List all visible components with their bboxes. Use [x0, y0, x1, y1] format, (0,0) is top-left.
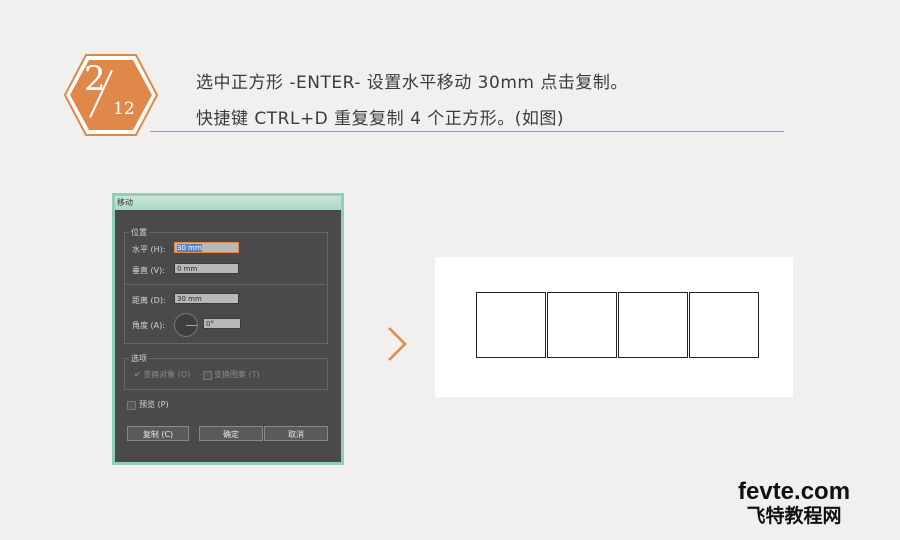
logo-domain: fevte.com: [738, 478, 851, 505]
horizontal-value: 30 mm: [177, 244, 202, 252]
dialog-title: 移动: [115, 196, 341, 210]
transform-patterns-checkbox[interactable]: [203, 371, 212, 380]
preview-label: 预览 (P): [139, 400, 169, 409]
header-divider: [150, 131, 784, 132]
transform-objects-label: 变换对象 (O): [143, 370, 191, 379]
step-hexagon-icon: [64, 54, 158, 136]
artboard: [435, 257, 793, 397]
square-1[interactable]: [476, 292, 546, 358]
options-group-label: 选项: [129, 353, 149, 364]
instruction-line-1: 选中正方形 -ENTER- 设置水平移动 30mm 点击复制。: [196, 73, 628, 93]
field-separator: [125, 284, 325, 285]
instruction-line-2: 快捷键 CTRL+D 重复复制 4 个正方形。(如图): [196, 109, 565, 129]
chevron-right-icon: [388, 327, 407, 361]
cancel-button[interactable]: 取消: [264, 426, 328, 441]
step-total: 12: [113, 99, 135, 119]
copy-button[interactable]: 复制 (C): [127, 426, 189, 441]
position-group-label: 位置: [129, 227, 149, 238]
horizontal-input[interactable]: 30 mm: [174, 242, 239, 253]
angle-dial-icon[interactable]: [174, 313, 198, 337]
angle-label: 角度 (A):: [132, 321, 165, 330]
preview-checkbox[interactable]: [127, 401, 136, 410]
angle-input[interactable]: 0°: [203, 318, 241, 329]
vertical-input[interactable]: 0 mm: [174, 263, 239, 274]
transform-patterns-label: 变换图案 (T): [214, 370, 260, 379]
site-logo: fevte.com 飞特教程网: [738, 480, 850, 528]
distance-label: 距离 (D):: [132, 296, 166, 305]
move-dialog: 移动 位置 水平 (H): 30 mm 垂直 (V): 0 mm 距离 (D):…: [115, 196, 341, 462]
square-3[interactable]: [618, 292, 688, 358]
distance-input[interactable]: 30 mm: [174, 293, 239, 304]
horizontal-label: 水平 (H):: [132, 245, 166, 254]
transform-objects-option[interactable]: ✔ 变换对象 (O): [134, 369, 190, 380]
square-4[interactable]: [689, 292, 759, 358]
square-2[interactable]: [547, 292, 617, 358]
ok-button[interactable]: 确定: [199, 426, 263, 441]
vertical-label: 垂直 (V):: [132, 266, 165, 275]
logo-name: 飞特教程网: [746, 505, 842, 527]
